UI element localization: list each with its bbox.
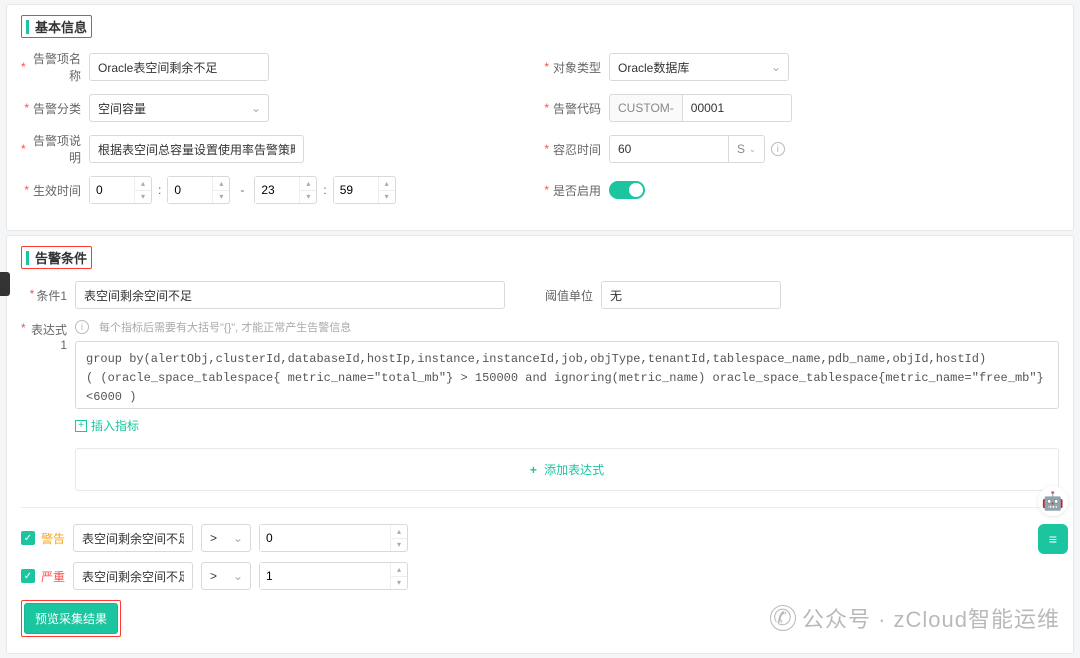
preview-button[interactable]: 预览采集结果 [24,603,118,634]
down-icon[interactable]: ▾ [135,191,151,204]
level-severe-label: 严重 [41,568,65,585]
hour1-stepper[interactable]: ▴▾ [89,176,152,204]
expr-label: 表达式1 [21,319,75,352]
menu-icon[interactable]: ≡ [1038,524,1068,554]
checkbox-checked-icon[interactable]: ✓ [21,531,35,545]
plus-icon: + [75,420,87,432]
sev-cond [73,562,193,590]
cond1-label: 条件1 [21,287,75,304]
down-icon[interactable]: ▾ [300,191,316,204]
section-bar-icon [26,251,29,265]
tolerance-unit-select[interactable]: S ⌄ [729,135,765,163]
up-icon[interactable]: ▴ [135,177,151,191]
sev-op-select[interactable] [201,562,251,590]
info-icon[interactable]: i [771,142,785,156]
code-label: 告警代码 [541,100,609,117]
basic-info-card: 基本信息 告警项名称 对象类型 ⌄ 告警分类 ⌄ 告警代码 CUSTOM- [6,4,1074,231]
warn-op-select[interactable] [201,524,251,552]
watermark: ✆ 公众号 · zCloud智能运维 [770,602,1060,634]
obj-type-select[interactable] [609,53,789,81]
expr-hint: 每个指标后需要有大括号"{}", 才能正常产生告警信息 [99,319,351,335]
checkbox-checked-icon[interactable]: ✓ [21,569,35,583]
cond1-input[interactable] [75,281,505,309]
insert-metric-link[interactable]: + 插入指标 [75,417,1059,434]
info-icon: i [75,320,89,334]
desc-label: 告警项说明 [21,132,89,166]
section-title-basic: 基本信息 [35,17,87,36]
add-expression-button[interactable]: + 添加表达式 [75,448,1059,491]
sev-value-stepper[interactable]: ▴▾ [259,562,408,590]
min2-stepper[interactable]: ▴▾ [333,176,396,204]
plus-icon: + [530,463,537,477]
section-title-highlight: 基本信息 [21,15,92,38]
tolerance-input[interactable] [609,135,729,163]
hour2-stepper[interactable]: ▴▾ [254,176,317,204]
divider [21,507,1059,508]
assistant-icon[interactable]: 🤖 [1038,486,1068,516]
side-collapse-tab[interactable] [0,272,10,296]
down-icon[interactable]: ▾ [379,191,395,204]
warn-value-stepper[interactable]: ▴▾ [259,524,408,552]
category-select[interactable] [89,94,269,122]
level-warning-label: 警告 [41,530,65,547]
up-icon[interactable]: ▴ [391,525,407,539]
preview-highlight: 预览采集结果 [21,600,121,637]
obj-type-label: 对象类型 [541,59,609,76]
tolerance-label: 容忍时间 [541,141,609,158]
desc-input[interactable] [89,135,304,163]
alert-name-label: 告警项名称 [21,50,89,84]
alert-name-input[interactable] [89,53,269,81]
down-icon[interactable]: ▾ [391,539,407,552]
min1-stepper[interactable]: ▴▾ [167,176,230,204]
up-icon[interactable]: ▴ [300,177,316,191]
code-input[interactable] [682,94,792,122]
unit-label: 阈值单位 [541,287,601,304]
up-icon[interactable]: ▴ [379,177,395,191]
enable-label: 是否启用 [541,182,609,199]
wechat-icon: ✆ [770,605,796,631]
expression-textarea[interactable] [75,341,1059,409]
unit-input[interactable] [601,281,781,309]
floating-badges: 🤖 ≡ [1038,486,1068,554]
down-icon[interactable]: ▾ [391,577,407,590]
enable-toggle[interactable] [609,181,645,199]
section-title-cond: 告警条件 [35,248,87,267]
section-bar-icon [26,20,29,34]
up-icon[interactable]: ▴ [213,177,229,191]
down-icon[interactable]: ▾ [213,191,229,204]
code-prefix: CUSTOM- [609,94,682,122]
section-title-highlight: 告警条件 [21,246,92,269]
alert-condition-card: 告警条件 条件1 阈值单位 表达式1 i 每个指标后需要有大括号"{}", 才能… [6,235,1074,654]
category-label: 告警分类 [21,100,89,117]
warn-cond [73,524,193,552]
chevron-down-icon: ⌄ [749,145,756,154]
up-icon[interactable]: ▴ [391,563,407,577]
effective-label: 生效时间 [21,182,89,199]
